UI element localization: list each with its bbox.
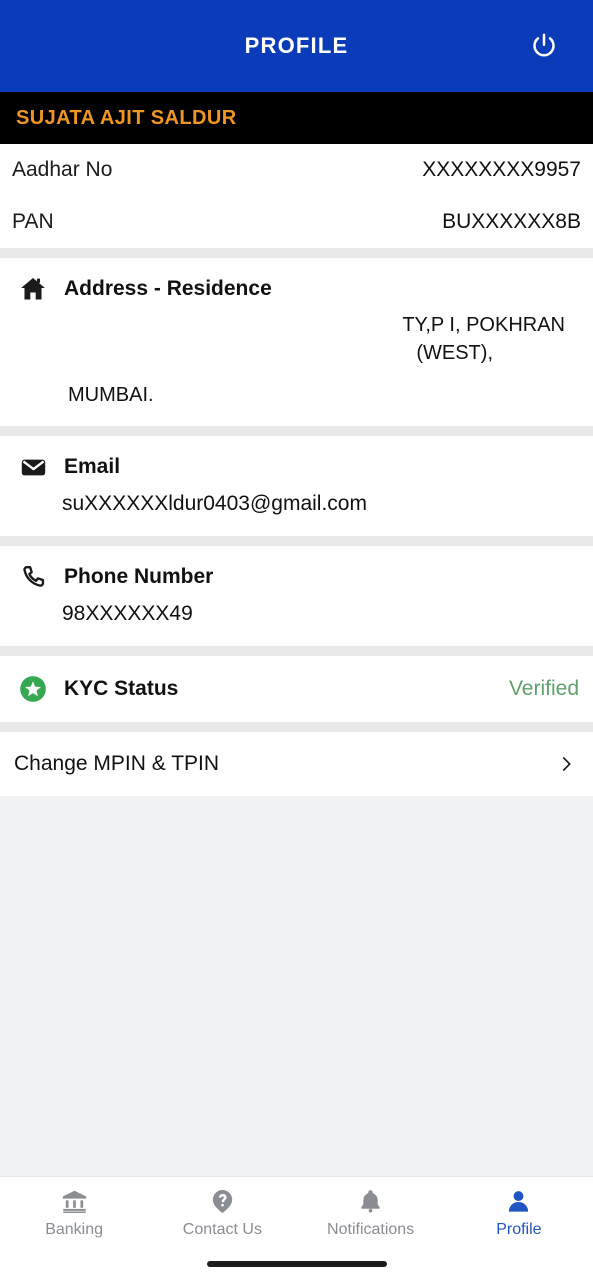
- change-mpin-tpin-row[interactable]: Change MPIN & TPIN: [0, 732, 593, 796]
- pan-value: BUXXXXXX8B: [442, 210, 581, 233]
- table-row: Aadhar No XXXXXXXX9957: [0, 144, 593, 196]
- email-value: suXXXXXXldur0403@gmail.com: [62, 492, 367, 515]
- person-icon: [505, 1187, 532, 1215]
- aadhar-label: Aadhar No: [12, 158, 113, 181]
- tab-contact-us[interactable]: Contact Us: [148, 1187, 296, 1239]
- tab-profile[interactable]: Profile: [445, 1187, 593, 1239]
- account-holder-name: SUJATA AJIT SALDUR: [16, 106, 237, 129]
- section-divider: [0, 536, 593, 546]
- section-divider: [0, 646, 593, 656]
- address-header: Address - Residence: [0, 258, 593, 308]
- email-header: Email: [0, 436, 593, 486]
- phone-card: Phone Number 98XXXXXX49: [0, 546, 593, 646]
- address-line-3: MUMBAI.: [68, 384, 154, 406]
- home-indicator[interactable]: [206, 1261, 387, 1267]
- help-pin-icon: [209, 1187, 236, 1215]
- table-row: PAN BUXXXXXX8B: [0, 196, 593, 248]
- email-card: Email suXXXXXXldur0403@gmail.com: [0, 436, 593, 536]
- app-bar: PROFILE: [0, 0, 593, 92]
- star-badge-icon: [18, 674, 48, 704]
- tab-notifications-label: Notifications: [327, 1221, 415, 1238]
- email-title: Email: [64, 455, 121, 478]
- section-divider: [0, 248, 593, 258]
- account-holder-banner: SUJATA AJIT SALDUR: [0, 92, 593, 144]
- section-divider: [0, 722, 593, 732]
- envelope-icon: [18, 452, 48, 482]
- bell-icon: [357, 1187, 384, 1215]
- content-filler: [0, 796, 593, 1176]
- change-mpin-tpin-inner[interactable]: Change MPIN & TPIN: [0, 732, 593, 796]
- page-title: PROFILE: [244, 33, 349, 58]
- kyc-card: KYC Status Verified: [0, 656, 593, 722]
- chevron-right-icon: [557, 755, 575, 773]
- status-badge: Verified: [508, 677, 579, 700]
- tab-contact-us-label: Contact Us: [182, 1221, 262, 1238]
- home-icon: [18, 274, 48, 304]
- power-icon[interactable]: [523, 25, 565, 67]
- address-line-2: (WEST),: [416, 342, 493, 364]
- aadhar-value: XXXXXXXX9957: [422, 158, 581, 181]
- kyc-title: KYC Status: [64, 677, 179, 700]
- phone-header: Phone Number: [0, 546, 593, 596]
- change-mpin-tpin-label: Change MPIN & TPIN: [14, 752, 220, 775]
- address-card: Address - Residence TY,P I, POKHRAN (WES…: [0, 258, 593, 426]
- tab-profile-label: Profile: [496, 1221, 542, 1238]
- phone-title: Phone Number: [64, 565, 214, 588]
- tab-notifications[interactable]: Notifications: [297, 1187, 445, 1239]
- phone-value: 98XXXXXX49: [62, 602, 193, 625]
- bottom-navigation: Banking Contact Us Notifications Profile: [0, 1176, 593, 1248]
- section-divider: [0, 426, 593, 436]
- tab-banking-label: Banking: [45, 1221, 104, 1238]
- bank-icon: [61, 1187, 88, 1215]
- tab-banking[interactable]: Banking: [0, 1187, 148, 1239]
- kyc-row: KYC Status Verified: [0, 656, 593, 722]
- phone-icon: [18, 562, 48, 592]
- pan-label: PAN: [12, 210, 54, 233]
- address-title: Address - Residence: [64, 277, 272, 300]
- identity-card: Aadhar No XXXXXXXX9957 PAN BUXXXXXX8B: [0, 144, 593, 248]
- home-indicator-area: [0, 1248, 593, 1280]
- address-body: TY,P I, POKHRAN (WEST), MUMBAI.: [0, 308, 593, 426]
- address-line-1: TY,P I, POKHRAN: [402, 314, 565, 336]
